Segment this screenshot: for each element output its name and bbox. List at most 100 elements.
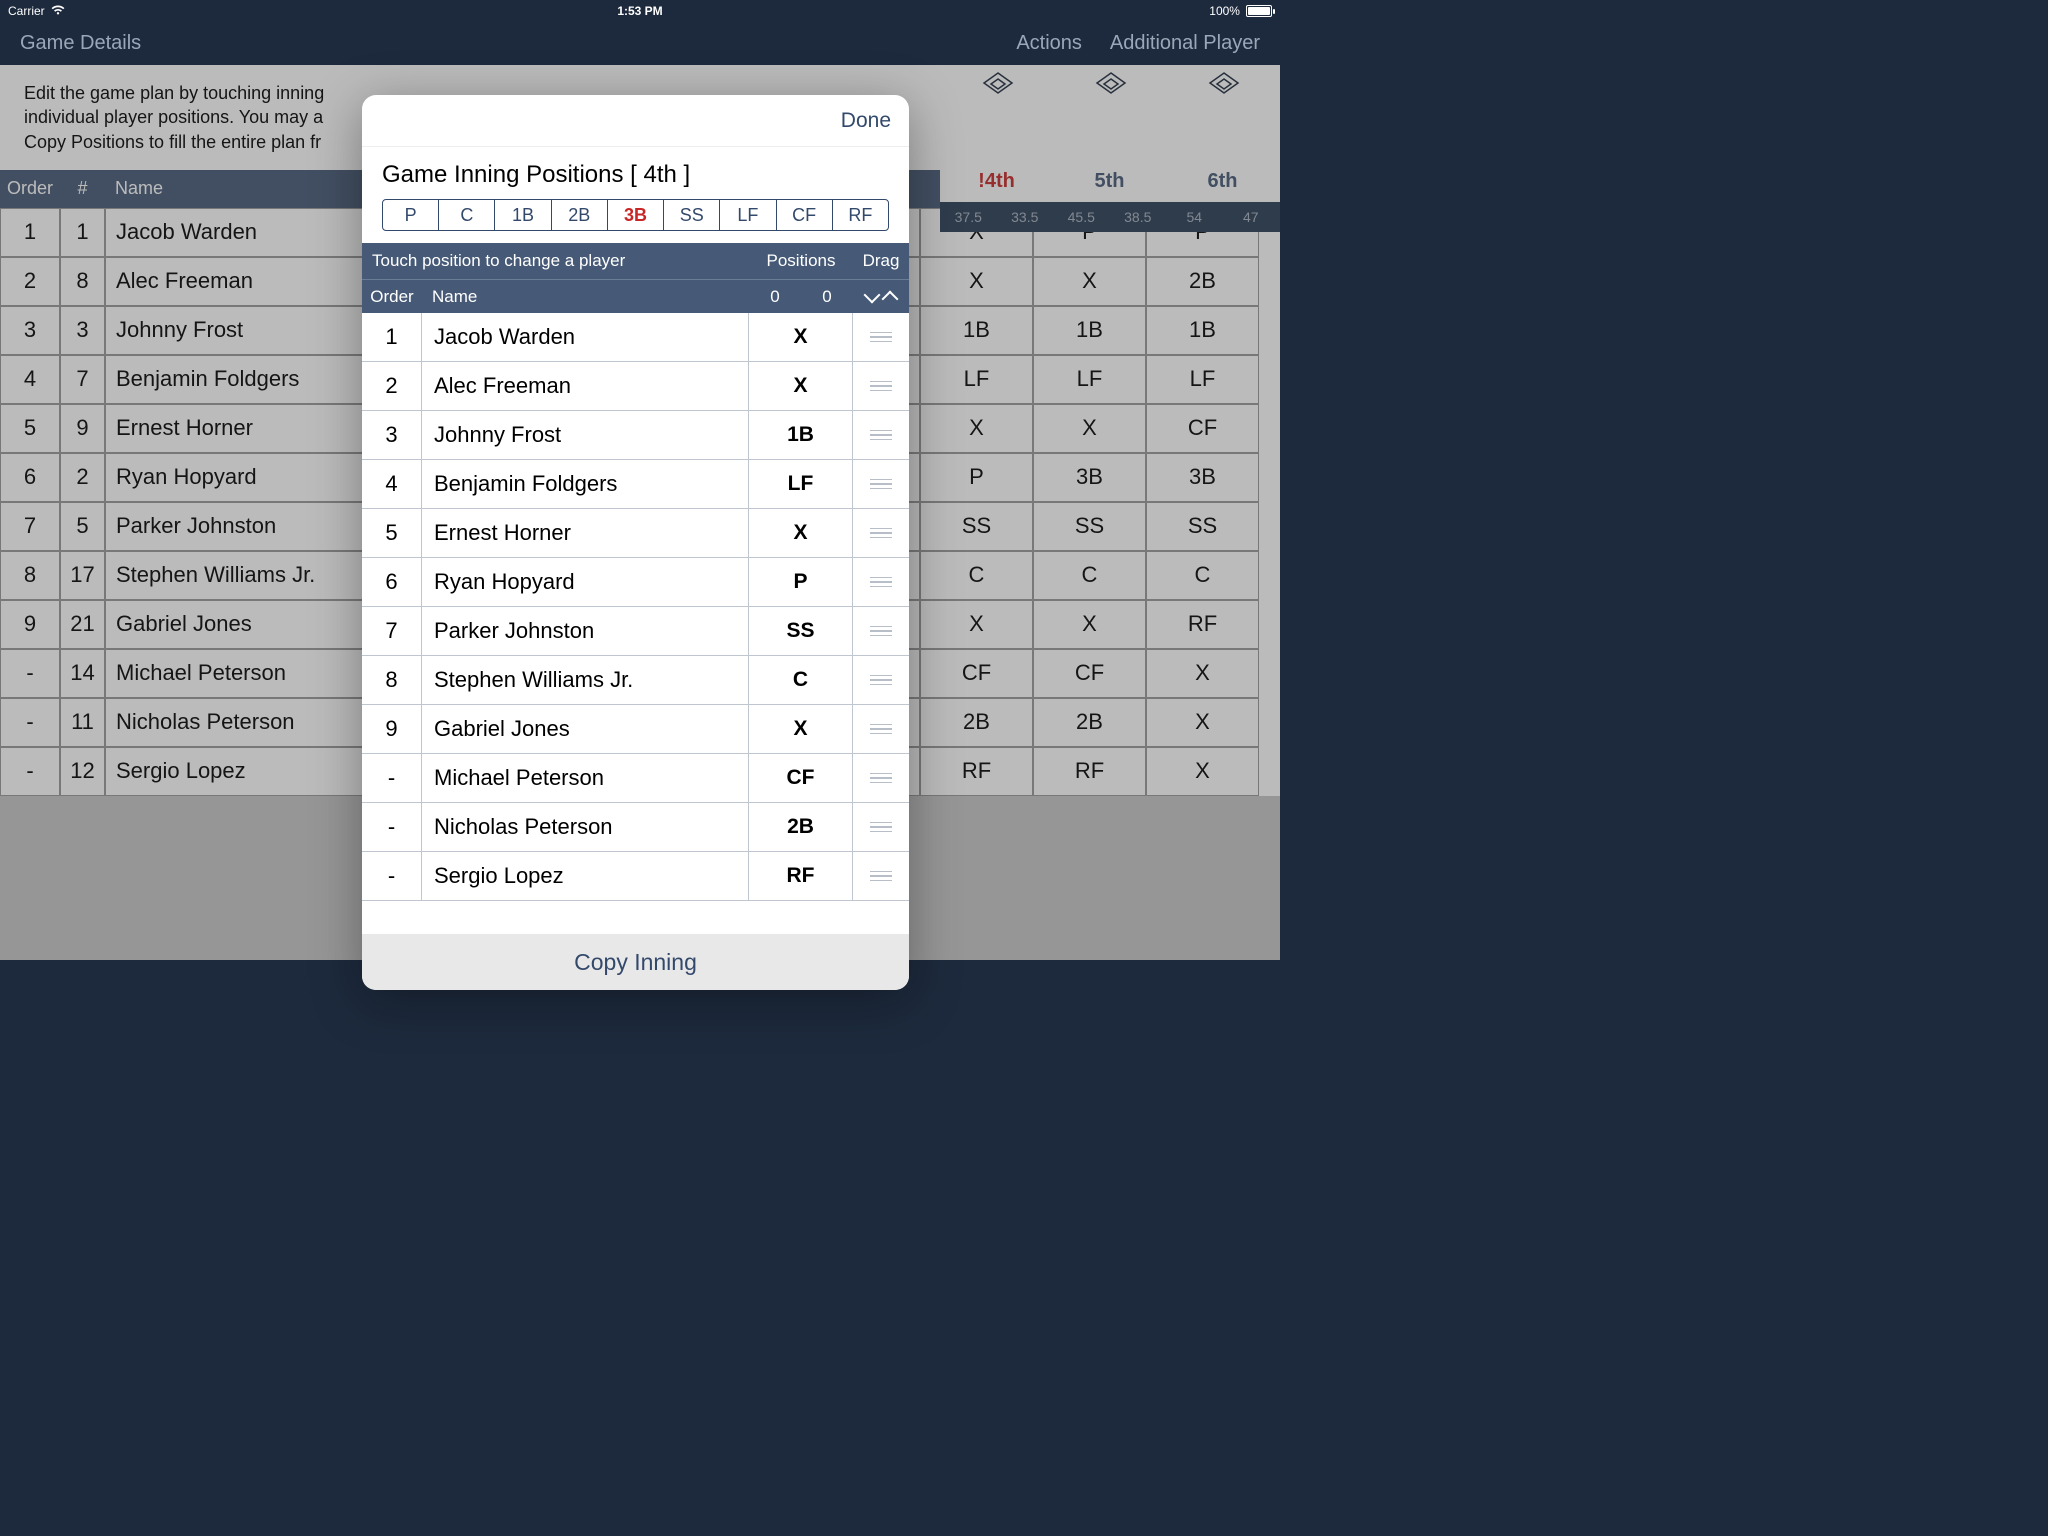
cell-position[interactable]: SS — [1033, 502, 1146, 551]
row-position[interactable]: LF — [749, 460, 853, 508]
cell-position[interactable]: X — [1033, 600, 1146, 649]
cell-position[interactable]: X — [1146, 747, 1259, 796]
cell-position[interactable]: CF — [920, 649, 1033, 698]
cell-position[interactable]: SS — [1146, 502, 1259, 551]
segment-2b[interactable]: 2B — [552, 200, 608, 230]
nav-actions[interactable]: Actions — [1016, 32, 1082, 55]
modal-row[interactable]: 9Gabriel JonesX — [362, 705, 909, 754]
row-position[interactable]: RF — [749, 852, 853, 900]
modal-row[interactable]: 3Johnny Frost1B — [362, 411, 909, 460]
drag-handle[interactable] — [853, 656, 909, 704]
cell-position[interactable]: LF — [920, 355, 1033, 404]
cell-position[interactable]: 1B — [920, 306, 1033, 355]
modal-row[interactable]: 7Parker JohnstonSS — [362, 607, 909, 656]
row-position[interactable]: 2B — [749, 803, 853, 851]
cell-position[interactable]: X — [920, 404, 1033, 453]
drag-icon — [870, 822, 892, 833]
drag-handle[interactable] — [853, 411, 909, 459]
cell-position[interactable]: X — [920, 600, 1033, 649]
diamond-icon[interactable] — [1167, 65, 1280, 101]
diamond-icon[interactable] — [1054, 65, 1167, 101]
nav-additional-player[interactable]: Additional Player — [1110, 32, 1260, 55]
row-position[interactable]: X — [749, 509, 853, 557]
modal-row[interactable]: 1Jacob WardenX — [362, 313, 909, 362]
modal-row[interactable]: 6Ryan HopyardP — [362, 558, 909, 607]
stat-cell: 54 — [1166, 202, 1223, 232]
row-position[interactable]: P — [749, 558, 853, 606]
segment-rf[interactable]: RF — [833, 200, 888, 230]
segment-ss[interactable]: SS — [664, 200, 720, 230]
cell-position[interactable]: 1B — [1033, 306, 1146, 355]
row-position[interactable]: X — [749, 362, 853, 410]
nav-title[interactable]: Game Details — [20, 32, 141, 54]
row-position[interactable]: CF — [749, 754, 853, 802]
cell-number: 3 — [60, 306, 105, 355]
cell-position[interactable]: 1B — [1146, 306, 1259, 355]
cell-position[interactable]: CF — [1146, 404, 1259, 453]
drag-icon — [870, 430, 892, 441]
cell-position[interactable]: X — [1033, 404, 1146, 453]
cell-position[interactable]: SS — [920, 502, 1033, 551]
drag-handle[interactable] — [853, 509, 909, 557]
col-order: Order — [0, 178, 60, 199]
row-order: 6 — [362, 558, 422, 606]
cell-order: 2 — [0, 257, 60, 306]
drag-handle[interactable] — [853, 313, 909, 361]
cell-position[interactable]: X — [1146, 649, 1259, 698]
drag-handle[interactable] — [853, 705, 909, 753]
drag-handle[interactable] — [853, 607, 909, 655]
cell-number: 2 — [60, 453, 105, 502]
cell-position[interactable]: C — [920, 551, 1033, 600]
cell-position[interactable]: 3B — [1033, 453, 1146, 502]
drag-handle[interactable] — [853, 754, 909, 802]
copy-inning-button[interactable]: Copy Inning — [362, 934, 909, 990]
modal-row[interactable]: 2Alec FreemanX — [362, 362, 909, 411]
modal-row[interactable]: 4Benjamin FoldgersLF — [362, 460, 909, 509]
cell-order: 5 — [0, 404, 60, 453]
drag-handle[interactable] — [853, 460, 909, 508]
row-position[interactable]: C — [749, 656, 853, 704]
segment-lf[interactable]: LF — [720, 200, 776, 230]
segment-p[interactable]: P — [383, 200, 439, 230]
done-button[interactable]: Done — [841, 109, 891, 133]
modal-row[interactable]: 8Stephen Williams Jr.C — [362, 656, 909, 705]
modal-row[interactable]: -Nicholas Peterson2B — [362, 803, 909, 852]
cell-position[interactable]: 2B — [1033, 698, 1146, 747]
row-position[interactable]: X — [749, 705, 853, 753]
cell-position[interactable]: C — [1033, 551, 1146, 600]
cell-position[interactable]: RF — [1146, 600, 1259, 649]
inning-header[interactable]: !4th — [940, 160, 1053, 202]
cell-position[interactable]: RF — [1033, 747, 1146, 796]
cell-position[interactable]: C — [1146, 551, 1259, 600]
row-position[interactable]: X — [749, 313, 853, 361]
cell-position[interactable]: 3B — [1146, 453, 1259, 502]
cell-position[interactable]: X — [1146, 698, 1259, 747]
col-drag-sort[interactable] — [853, 289, 909, 305]
cell-position[interactable]: 2B — [1146, 257, 1259, 306]
modal-row[interactable]: 5Ernest HornerX — [362, 509, 909, 558]
drag-handle[interactable] — [853, 362, 909, 410]
inning-header[interactable]: 6th — [1166, 160, 1279, 202]
cell-position[interactable]: X — [920, 257, 1033, 306]
segment-3b[interactable]: 3B — [608, 200, 664, 230]
segment-cf[interactable]: CF — [777, 200, 833, 230]
cell-position[interactable]: LF — [1146, 355, 1259, 404]
modal-row[interactable]: -Michael PetersonCF — [362, 754, 909, 803]
drag-handle[interactable] — [853, 803, 909, 851]
cell-position[interactable]: CF — [1033, 649, 1146, 698]
cell-position[interactable]: P — [920, 453, 1033, 502]
cell-number: 12 — [60, 747, 105, 796]
cell-position[interactable]: 2B — [920, 698, 1033, 747]
row-position[interactable]: 1B — [749, 411, 853, 459]
cell-position[interactable]: LF — [1033, 355, 1146, 404]
drag-handle[interactable] — [853, 558, 909, 606]
segment-1b[interactable]: 1B — [495, 200, 551, 230]
modal-row[interactable]: -Sergio LopezRF — [362, 852, 909, 901]
diamond-icon[interactable] — [941, 65, 1054, 101]
inning-header[interactable]: 5th — [1053, 160, 1166, 202]
segment-c[interactable]: C — [439, 200, 495, 230]
row-position[interactable]: SS — [749, 607, 853, 655]
cell-position[interactable]: RF — [920, 747, 1033, 796]
drag-handle[interactable] — [853, 852, 909, 900]
cell-position[interactable]: X — [1033, 257, 1146, 306]
